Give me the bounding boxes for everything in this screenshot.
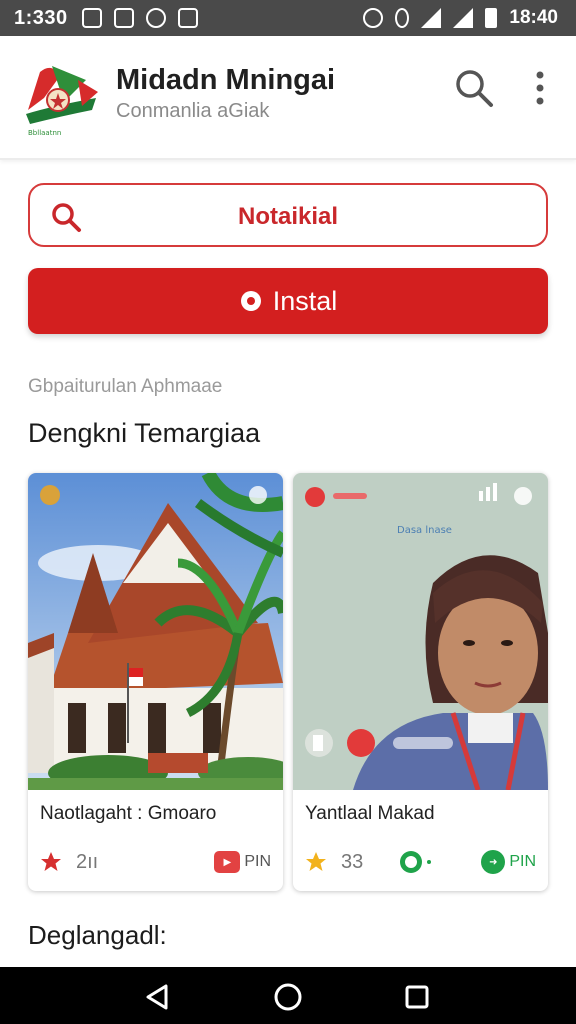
wifi-icon (421, 8, 442, 28)
pin-button[interactable]: ▶ PIN (214, 851, 271, 873)
app-title: Midadn Mningai (116, 64, 336, 96)
section-title: Dengkni Temargiaa (28, 418, 261, 448)
image-icon (177, 8, 198, 28)
battery-icon (485, 8, 498, 28)
signal-icon (453, 8, 474, 28)
record-icon (240, 291, 261, 311)
system-nav-bar (0, 967, 576, 1024)
star-icon (306, 852, 326, 871)
overlay-caption: Dasa lnase (397, 525, 452, 536)
app-subtitle: Conmanlia aGiak (116, 100, 270, 122)
search-input[interactable]: Notaikial (28, 183, 548, 247)
pin-label: PIN (244, 853, 271, 870)
star-icon (41, 852, 61, 871)
pin-label: PIN (509, 853, 536, 870)
card-stat-value: 33 (341, 850, 364, 873)
logo-caption: Bbllaatnn (28, 129, 61, 137)
search-icon[interactable] (454, 68, 494, 108)
install-label: Instal (272, 285, 338, 316)
content-card[interactable]: Dasa lnase Yantlaal Makad 33 ➜ PIN (293, 473, 548, 891)
portrait-video-image: Dasa lnase (293, 473, 548, 790)
pin-button[interactable]: ➜ PIN (481, 850, 536, 874)
message-icon (113, 8, 134, 28)
status-bar: 1:330 18:40 (0, 0, 576, 36)
system-icons: 18:40 (363, 7, 558, 29)
bluetooth-icon (395, 8, 410, 28)
section-caption: Gbpaiturulan Aphmaae (28, 376, 223, 397)
install-button[interactable]: Instal (28, 268, 548, 334)
notification-icon (81, 8, 102, 28)
card-footer: 2ıı ▶ PIN (40, 849, 271, 875)
alarm-icon (363, 8, 384, 28)
app-header: Bbllaatnn Midadn Mningai Conmanlia aGiak (0, 36, 576, 160)
app-logo: Bbllaatnn (26, 66, 98, 137)
search-value: Notaikial (237, 203, 339, 230)
home-icon[interactable] (273, 982, 303, 1012)
notification-icons (81, 8, 198, 28)
toggle-icon[interactable] (399, 850, 435, 874)
card-stat-value: 2ıı (76, 850, 99, 873)
card-footer: 33 ➜ PIN (305, 849, 536, 875)
arrow-icon: ➜ (481, 850, 506, 874)
status-clock: 18:40 (509, 7, 558, 28)
recents-icon[interactable] (404, 984, 430, 1010)
back-icon[interactable] (144, 983, 172, 1011)
heritage-building-image (28, 473, 283, 790)
card-title: Yantlaal Makad (305, 803, 435, 824)
status-time: 1:330 (14, 6, 68, 29)
content-card[interactable]: Naotlagaht : Gmoaro 2ıı ▶ PIN (28, 473, 283, 891)
more-vertical-icon[interactable] (528, 68, 552, 108)
card-title: Naotlagaht : Gmoaro (40, 803, 217, 824)
footer-heading: Deglangadl: (28, 920, 167, 950)
pin-icon: ▶ (214, 851, 241, 873)
sync-icon (145, 8, 166, 28)
